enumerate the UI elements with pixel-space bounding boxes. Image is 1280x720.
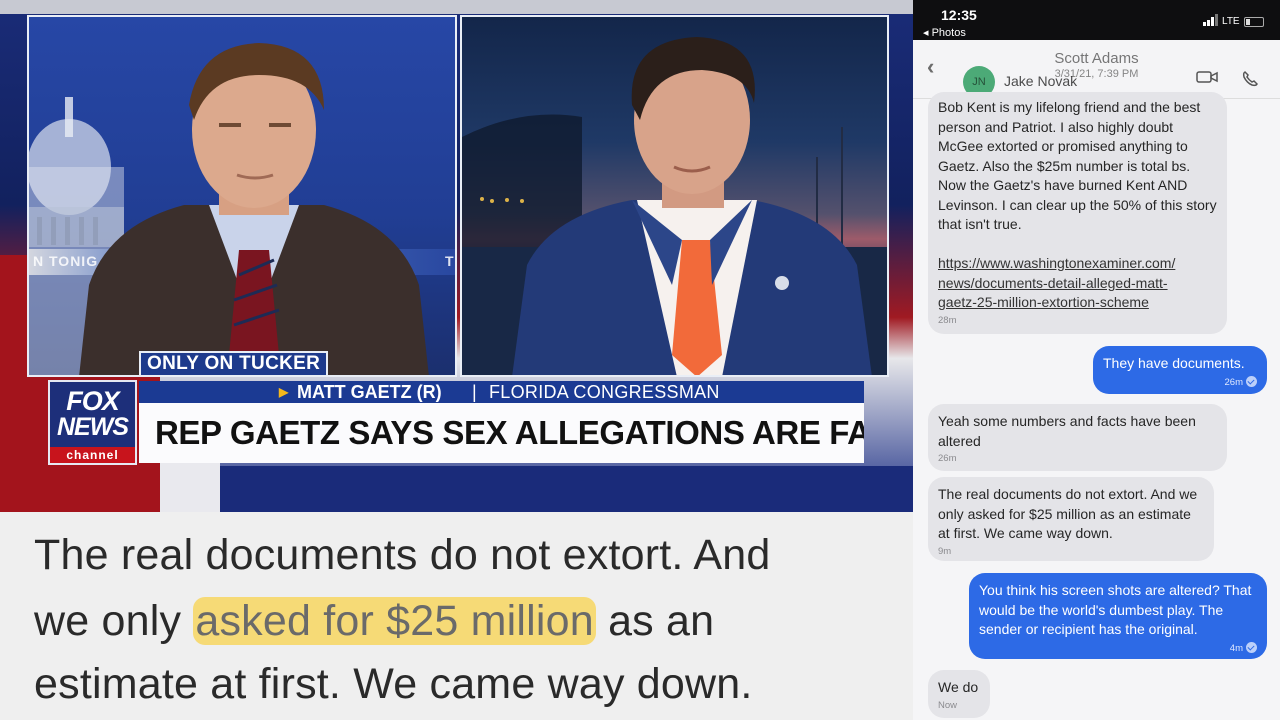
back-to-photos-link[interactable]: ◂ Photos: [923, 26, 966, 39]
name-separator: |: [472, 382, 477, 402]
message-bubble-incoming: The real documents do not extort. And we…: [928, 477, 1214, 561]
message-timestamp: 26m: [938, 453, 957, 464]
broadcast-frame: N TONIG T ONLY ON TUCKER FOX NEWS channe…: [0, 0, 913, 512]
message-bubble-outgoing: They have documents. 26m: [1093, 346, 1267, 394]
fox-news-logo: FOX NEWS channel: [48, 380, 137, 465]
only-on-tucker-badge: ONLY ON TUCKER: [139, 351, 329, 377]
message-text: The real documents do not extort. And we…: [938, 486, 1198, 541]
message-timestamp-row: 4m: [979, 641, 1257, 655]
highlighted-phrase: asked for $25 million: [193, 597, 596, 645]
video-camera-icon[interactable]: [1196, 70, 1218, 84]
message-text: Bob Kent is my lifelong friend and the b…: [938, 99, 1217, 232]
guest-name: MATT GAETZ (R): [297, 382, 442, 402]
quote-line-3: estimate at first. We came way down.: [34, 660, 753, 708]
logo-fox-text: FOX: [66, 386, 120, 416]
message-timestamp: 26m: [1224, 376, 1243, 388]
link-line-2: news/documents-detail-alleged-matt-: [938, 274, 1168, 291]
link-line-1: https://www.washingtonexaminer.com/: [938, 255, 1176, 271]
message-text: They have documents.: [1103, 355, 1245, 371]
message-bubble-incoming: We do Now: [928, 670, 990, 718]
network-label: LTE: [1222, 16, 1240, 27]
guest-figure: [512, 37, 872, 375]
quote-line-2: we only asked for $25 million as an: [34, 597, 714, 646]
message-text: We do: [938, 679, 979, 695]
logo-news-text: NEWS: [57, 413, 129, 441]
headline-banner: REP GAETZ SAYS SEX ALLEGATIONS ARE FALSE: [139, 403, 864, 463]
article-link[interactable]: https://www.washingtonexaminer.com/news/…: [938, 255, 1175, 310]
phone-screenshot: 12:35 ◂ Photos LTE ‹ Scott Adams 3/31/21…: [913, 0, 1280, 720]
studio-ticker-fragment: T: [445, 253, 454, 269]
chat-title: Scott Adams: [1054, 50, 1139, 67]
logo-channel-text: channel: [50, 447, 135, 463]
message-bubble-incoming: Yeah some numbers and facts have been al…: [928, 404, 1227, 471]
message-timestamp-row: 26m: [1103, 375, 1257, 389]
signal-icon: [1203, 14, 1218, 26]
quote-line-2-start: we only: [34, 597, 194, 645]
quote-line-2-end: as an: [595, 597, 715, 645]
message-bubble-outgoing: You think his screen shots are altered? …: [969, 573, 1267, 659]
message-text: Yeah some numbers and facts have been al…: [938, 413, 1196, 449]
play-arrow-icon: ▶: [279, 385, 289, 399]
status-time: 12:35: [941, 7, 977, 23]
read-check-icon: [1246, 375, 1257, 387]
message-timestamp: 28m: [938, 314, 957, 326]
link-line-3: gaetz-25-million-extortion-scheme: [938, 294, 1149, 310]
message-bubble-incoming: Bob Kent is my lifelong friend and the b…: [928, 92, 1227, 334]
guest-video-panel: [460, 15, 889, 377]
contact-name[interactable]: Jake Novak: [1004, 73, 1077, 89]
message-timestamp: Now: [938, 699, 958, 711]
chat-header: ‹ Scott Adams 3/31/21, 7:39 PM JN Jake N…: [913, 40, 1280, 99]
message-timestamp: 9m: [938, 545, 952, 557]
guest-title: FLORIDA CONGRESSMAN: [489, 382, 720, 402]
phone-icon[interactable]: [1241, 70, 1259, 88]
read-check-icon: [1246, 641, 1257, 653]
host-figure: [79, 43, 429, 375]
quote-line-1: The real documents do not extort. And: [34, 531, 771, 579]
background-stripe: [0, 0, 913, 14]
message-timestamp: 4m: [1229, 642, 1243, 654]
message-text: You think his screen shots are altered? …: [979, 582, 1252, 637]
host-video-panel: N TONIG T: [27, 15, 457, 377]
battery-icon: [1244, 17, 1264, 27]
guest-name-bar: ▶ MATT GAETZ (R) | FLORIDA CONGRESSMAN: [139, 381, 864, 403]
background-navy-block: [220, 466, 913, 512]
